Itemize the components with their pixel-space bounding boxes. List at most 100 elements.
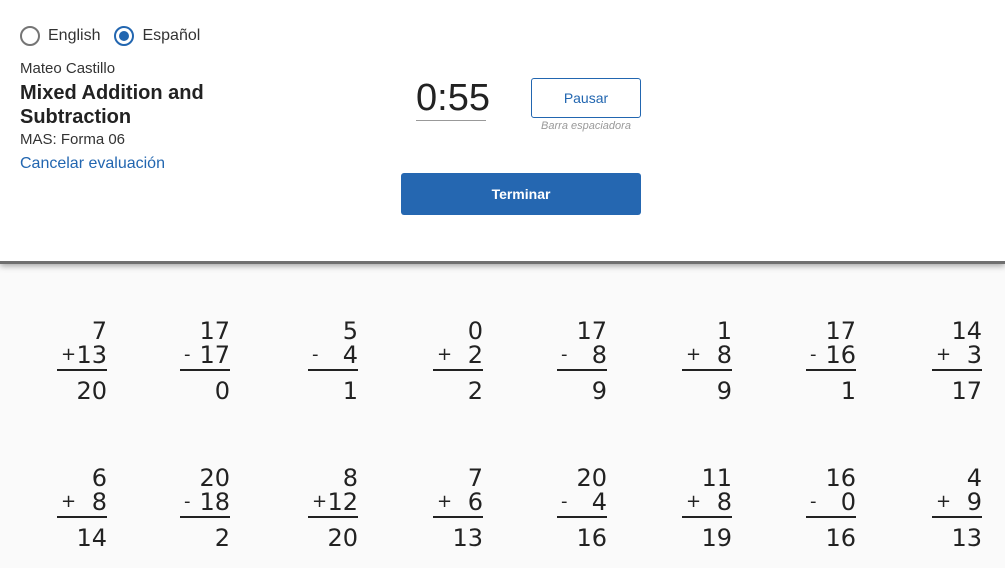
math-problem: 7 +6 13 (433, 466, 483, 550)
problem-top-operand: 17 (199, 317, 230, 345)
problem-answer-line (180, 369, 230, 371)
cancel-assessment-link[interactable]: Cancelar evaluación (20, 155, 165, 173)
problem-bottom-row: -17 (180, 343, 230, 367)
problem-top-operand: 17 (825, 317, 856, 345)
problem-answer-line (180, 516, 230, 518)
problem-operator: - (810, 491, 817, 512)
problem-bottom-operand: 8 (591, 341, 607, 369)
problem-bottom-operand: 6 (467, 488, 483, 516)
problem-answer: 1 (342, 377, 358, 405)
problem-answer: 2 (467, 377, 483, 405)
problem-answer: 20 (327, 524, 358, 552)
math-problem: 6 +8 14 (57, 466, 107, 550)
problem-bottom-operand: 12 (327, 488, 358, 516)
problem-operator: + (312, 491, 328, 512)
math-problem: 16-0 16 (806, 466, 856, 550)
math-problem: 5-41 (308, 319, 358, 403)
problem-operator: - (561, 491, 568, 512)
problem-answer: 1 (840, 377, 856, 405)
problem-bottom-row: -4 (308, 343, 358, 367)
problem-bottom-operand: 9 (966, 488, 982, 516)
problem-top-operand: 20 (576, 464, 607, 492)
problem-operator: - (810, 344, 817, 365)
finish-button[interactable]: Terminar (401, 173, 641, 215)
problem-bottom-row: -8 (557, 343, 607, 367)
problem-answer: 9 (591, 377, 607, 405)
language-option-english[interactable]: English (20, 26, 100, 46)
math-problem: 4 +9 13 (932, 466, 982, 550)
problem-top-operand: 17 (576, 317, 607, 345)
student-name: Mateo Castillo (20, 60, 116, 77)
problem-answer: 0 (214, 377, 230, 405)
problem-answer-line (682, 516, 732, 518)
math-problem: 20-4 16 (557, 466, 607, 550)
pause-button[interactable]: Pausar (531, 78, 641, 118)
radio-checked-icon[interactable] (114, 26, 135, 46)
problem-answer-line (57, 516, 107, 518)
problem-operator: - (312, 344, 319, 365)
problem-operator: - (184, 491, 191, 512)
problem-operator: + (437, 491, 453, 512)
problem-top-operand: 20 (199, 464, 230, 492)
problem-answer-line (932, 516, 982, 518)
problem-answer-line (557, 516, 607, 518)
math-problem: 7 +13 20 (57, 319, 107, 403)
problem-operator: - (184, 344, 191, 365)
problem-bottom-row: +3 (932, 343, 982, 367)
problem-answer: 19 (701, 524, 732, 552)
problem-bottom-operand: 13 (76, 341, 107, 369)
math-problem: 17-8 9 (557, 319, 607, 403)
problem-bottom-operand: 17 (199, 341, 230, 369)
problem-answer: 14 (76, 524, 107, 552)
problem-operator: + (686, 344, 702, 365)
problems-grid: 7 +13 20 17-17 0 5-4 1 0 +2 2 17-8 9 1 +8 9 17-16 1 14 +3 1… (0, 267, 1005, 568)
language-label: Español (142, 27, 201, 44)
problem-top-operand: 5 (342, 317, 358, 345)
problem-bottom-row: +6 (433, 490, 483, 514)
problem-bottom-row: -0 (806, 490, 856, 514)
assessment-title: Mixed Addition and Subtraction (20, 82, 204, 128)
language-label: English (48, 27, 101, 44)
problem-top-operand: 8 (342, 464, 358, 492)
math-problem: 17-17 0 (180, 319, 230, 403)
problem-answer: 13 (951, 524, 982, 552)
problem-top-operand: 6 (91, 464, 107, 492)
problem-bottom-row: +13 (57, 343, 107, 367)
problem-top-operand: 7 (467, 464, 483, 492)
problem-answer-line (308, 369, 358, 371)
problem-operator: + (936, 491, 952, 512)
problem-answer-line (682, 369, 732, 371)
math-problem: 1 +8 9 (682, 319, 732, 403)
math-problem: 8 +12 20 (308, 466, 358, 550)
problem-top-operand: 11 (701, 464, 732, 492)
radio-unchecked-icon[interactable] (20, 26, 40, 46)
problem-bottom-row: +9 (932, 490, 982, 514)
problem-operator: + (686, 491, 702, 512)
problem-operator: + (936, 344, 952, 365)
problem-answer-line (806, 369, 856, 371)
problem-bottom-row: +2 (433, 343, 483, 367)
problem-top-operand: 16 (825, 464, 856, 492)
problem-bottom-row: -18 (180, 490, 230, 514)
form-label: MAS: Forma 06 (20, 131, 126, 148)
problem-answer: 9 (716, 377, 732, 405)
problem-bottom-operand: 3 (966, 341, 982, 369)
problem-bottom-operand: 16 (825, 341, 856, 369)
problem-bottom-row: +8 (57, 490, 107, 514)
problem-bottom-operand: 4 (591, 488, 607, 516)
problem-bottom-row: -4 (557, 490, 607, 514)
problem-bottom-row: -16 (806, 343, 856, 367)
language-option-espanol[interactable]: Español (114, 26, 200, 46)
problem-top-operand: 7 (91, 317, 107, 345)
problem-answer-line (806, 516, 856, 518)
math-problem: 0 +2 2 (433, 319, 483, 403)
problem-answer-line (932, 369, 982, 371)
problem-operator: + (437, 344, 453, 365)
problem-bottom-row: +12 (308, 490, 358, 514)
assessment-header: English Español Mateo Castillo Mixed Add… (0, 0, 1005, 264)
problem-answer: 13 (452, 524, 483, 552)
problem-top-operand: 0 (467, 317, 483, 345)
math-problem: 11 +8 19 (682, 466, 732, 550)
problem-bottom-operand: 4 (342, 341, 358, 369)
timer: 0:55 (416, 77, 490, 121)
